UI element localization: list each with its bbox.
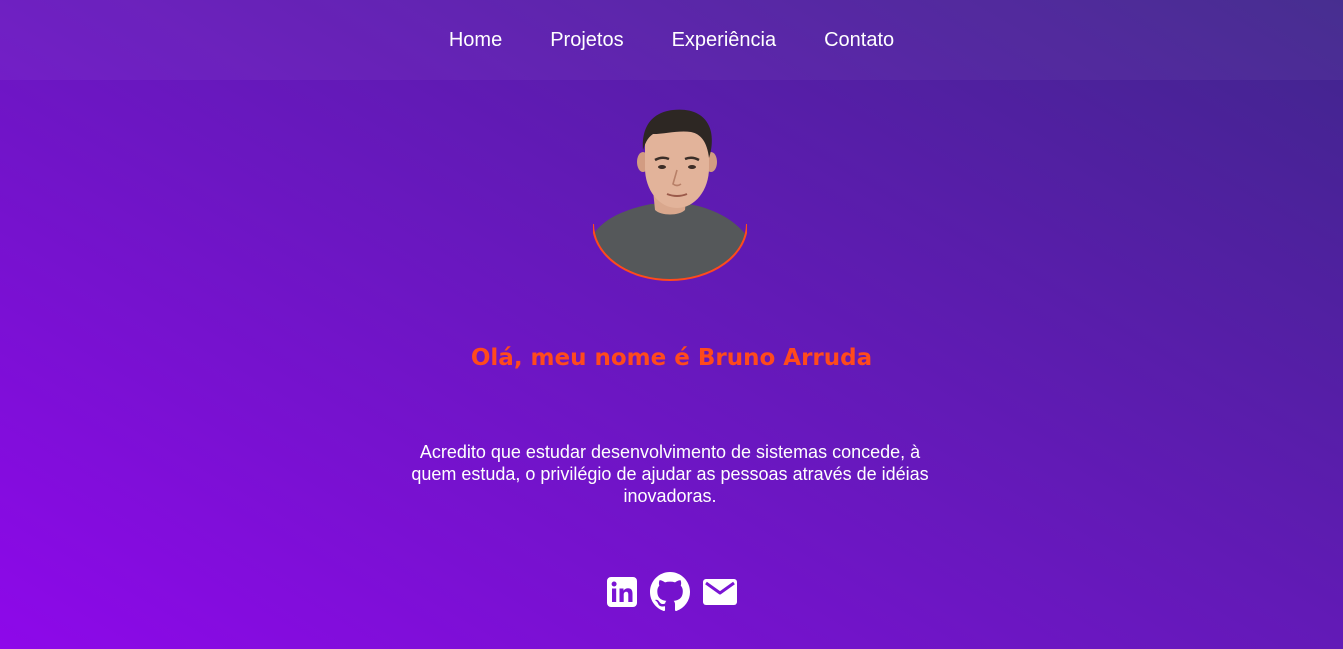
github-icon[interactable] (649, 572, 690, 612)
nav-link-home[interactable]: Home (449, 29, 502, 52)
hero-headline: Olá, meu nome é Bruno Arruda (470, 345, 873, 371)
nav-link-contato[interactable]: Contato (824, 29, 894, 52)
hero-bio: Acredito que estudar desenvolvimento de … (411, 442, 929, 506)
social-links (0, 572, 1343, 612)
nav-link-projetos[interactable]: Projetos (550, 29, 623, 52)
email-icon[interactable] (702, 577, 738, 607)
top-navbar: Home Projetos Experiência Contato (0, 0, 1343, 80)
linkedin-icon[interactable] (606, 576, 638, 608)
nav-link-experiencia[interactable]: Experiência (672, 29, 777, 52)
profile-photo (593, 109, 747, 281)
